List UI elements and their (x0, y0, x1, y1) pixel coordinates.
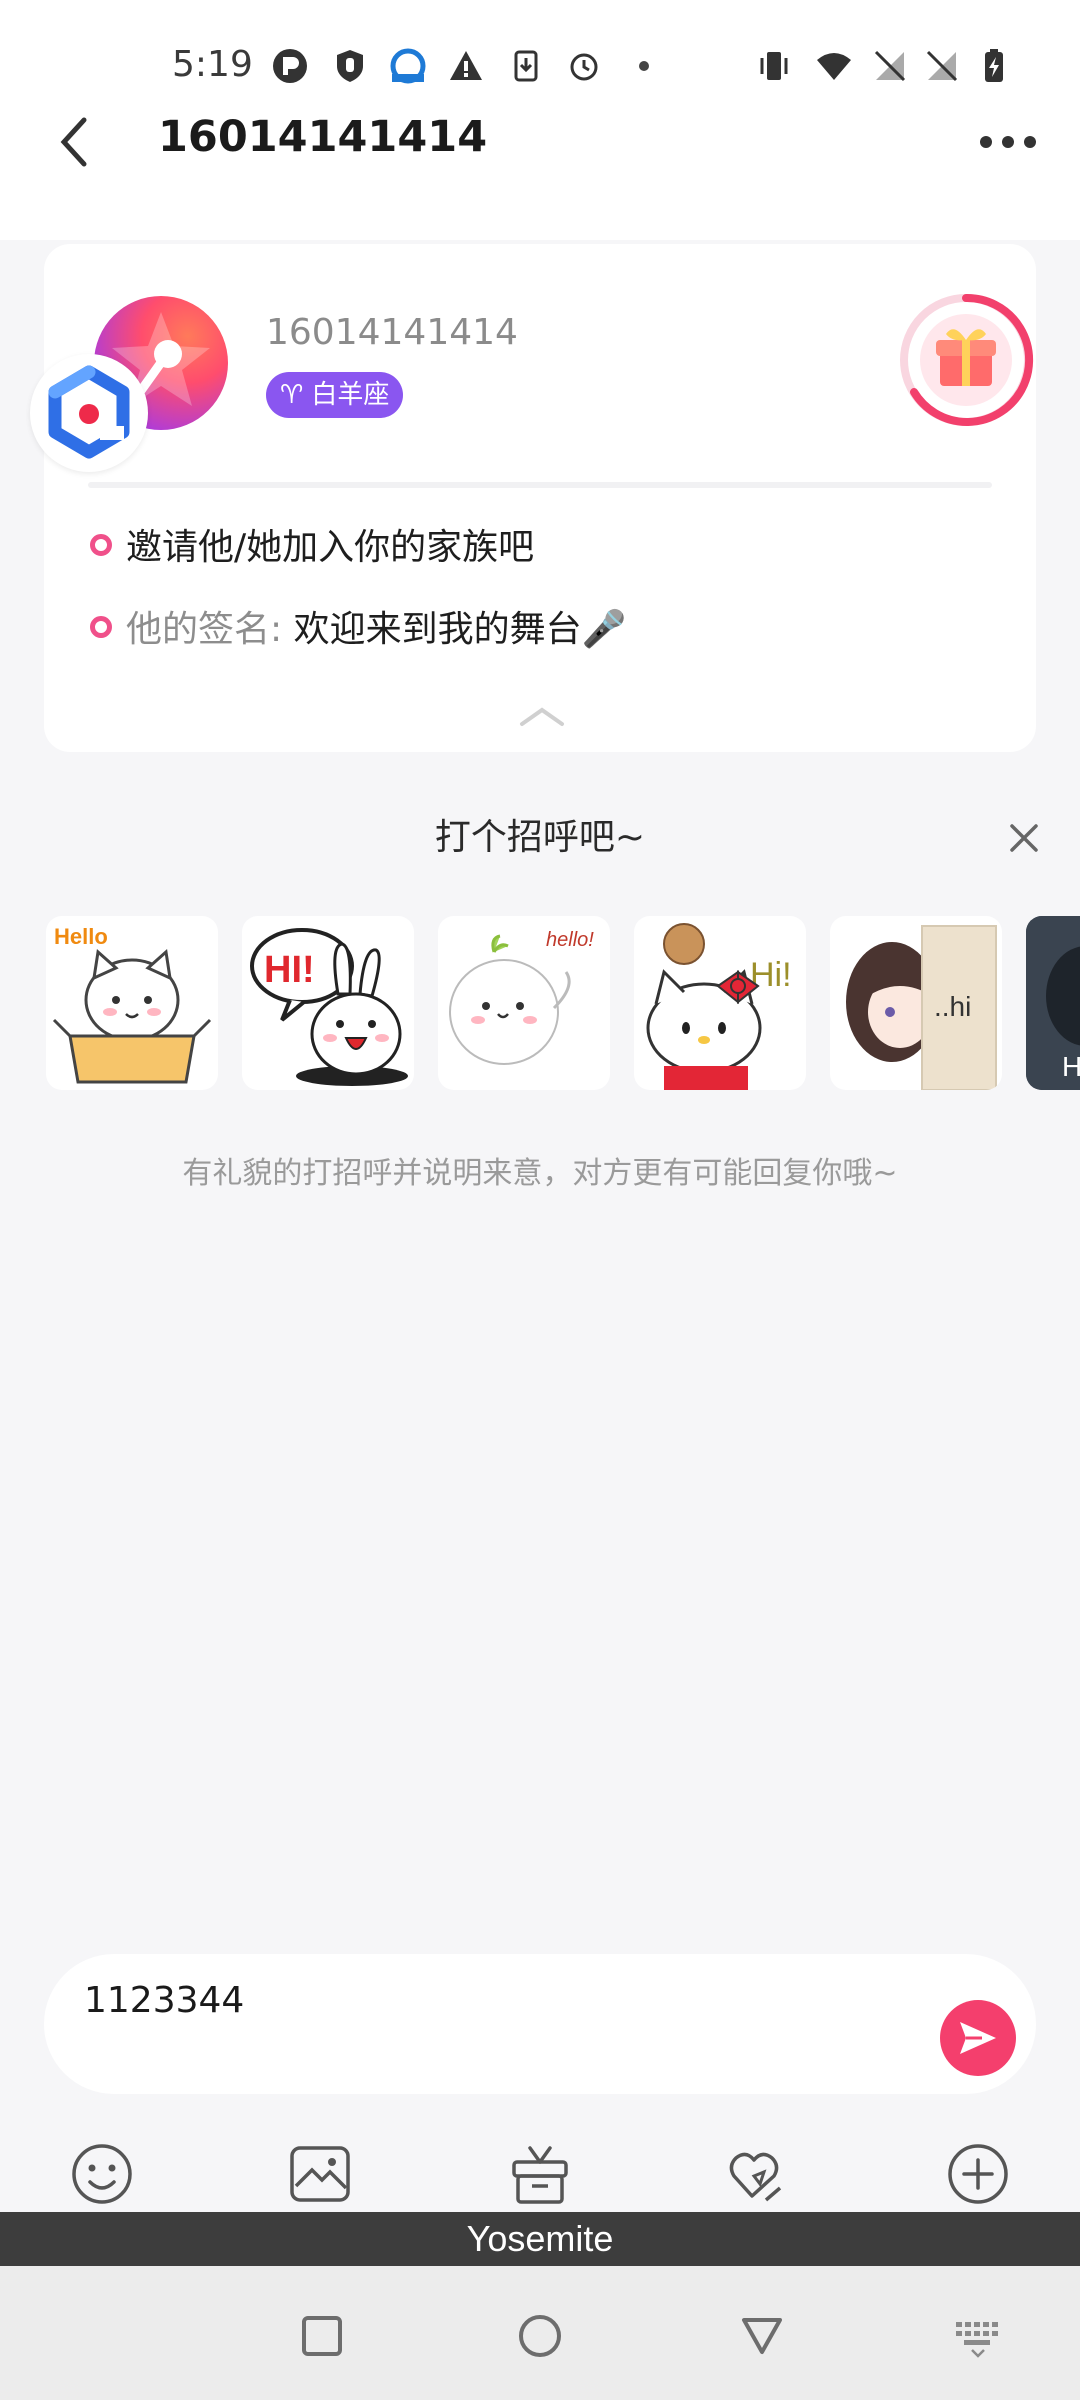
top-bar: 16014141414 (0, 100, 1080, 240)
home-circle-icon (519, 2315, 561, 2357)
greeting-title: 打个招呼吧~ (434, 817, 646, 858)
sticker-caption: Hello (54, 924, 108, 949)
collapse-button[interactable] (518, 704, 566, 728)
status-time: 5:19 (172, 44, 253, 85)
recents-square-icon (302, 2316, 342, 2356)
chevron-left-icon (60, 117, 87, 167)
keyboard-button[interactable] (954, 2312, 1002, 2360)
signature-line: 他的签名: 欢迎来到我的舞台🎤 (126, 600, 626, 652)
message-input[interactable]: 1123344 (84, 1980, 244, 2021)
gift-toolbar-button[interactable] (508, 2142, 572, 2206)
girl-hi-sticker[interactable]: ..hi (830, 916, 1002, 1090)
dot-icon (626, 48, 662, 84)
alarm-icon (566, 48, 602, 84)
invite-family-link[interactable]: 邀请他/她加入你的家族吧 (126, 518, 534, 570)
gift-icon (900, 293, 1034, 426)
back-triangle-icon (742, 2318, 782, 2354)
sticker-caption: ..hi (934, 991, 971, 1022)
profile-card: 16014141414 ♈ 白羊座 邀请他/她加入你的家族吧 他的签名: 欢迎来到… (30, 244, 1036, 752)
message-input-container[interactable]: 1123344 (44, 1954, 1036, 2094)
p-icon (272, 48, 308, 84)
app-badge-logo (30, 354, 148, 472)
no-sim-icon (872, 48, 908, 84)
greeting-hint: 有礼貌的打招呼并说明来意，对方更有可能回复你哦~ (182, 1156, 898, 1191)
home-button[interactable] (516, 2312, 564, 2360)
user-name: 16014141414 (266, 312, 518, 353)
gift-icon (512, 2146, 568, 2204)
more-button[interactable] (976, 124, 1040, 160)
battery-charging-icon (976, 48, 1012, 84)
hearts-icon (729, 2152, 782, 2202)
warning-icon (448, 48, 484, 84)
bullet-icon (90, 534, 112, 556)
keyboard-suggestion-bar[interactable]: Yosemite (0, 2212, 1080, 2266)
cat-hello-sticker[interactable]: Hello (46, 916, 218, 1090)
shield-icon (332, 48, 368, 84)
close-greeting-button[interactable] (1004, 818, 1044, 858)
sticker-caption: HI! (264, 949, 315, 991)
more-actions-button[interactable] (946, 2142, 1010, 2206)
chevron-up-icon (520, 707, 564, 726)
signature-label: 他的签名: (126, 609, 283, 650)
plus-icon (948, 2144, 1008, 2204)
kitty-hi-sticker[interactable]: Hi! (634, 916, 806, 1090)
photo-sticker[interactable]: H (1026, 916, 1080, 1090)
keyboard-icon (956, 2322, 998, 2358)
hexagon-logo-icon (48, 365, 130, 459)
zodiac-label: 白羊座 (311, 380, 390, 410)
no-sim-icon (924, 48, 960, 84)
system-nav-bar (0, 2266, 1080, 2400)
sticker-caption: H (1062, 1051, 1080, 1082)
download-icon (508, 48, 544, 84)
image-icon (290, 2146, 350, 2202)
zodiac-badge: ♈ 白羊座 (266, 372, 404, 418)
more-dots-icon (980, 136, 1036, 148)
sticker-strip: Hello HI! hello! Hi! ..hi H (0, 916, 1080, 1096)
back-button[interactable] (48, 114, 104, 170)
close-icon (1010, 824, 1038, 852)
signature-text: 欢迎来到我的舞台🎤 (293, 609, 627, 650)
recents-button[interactable] (298, 2312, 346, 2360)
dumpling-hello-sticker[interactable]: hello! (438, 916, 610, 1090)
wifi-icon (812, 48, 856, 84)
browser-icon (390, 48, 426, 84)
vibrate-icon (756, 48, 792, 84)
bunny-hi-sticker[interactable]: HI! (242, 916, 414, 1090)
aries-icon: ♈ (280, 380, 304, 410)
page-title: 16014141414 (158, 112, 488, 162)
sticker-caption: hello! (546, 929, 594, 951)
image-button[interactable] (288, 2142, 352, 2206)
emoji-icon (72, 2144, 132, 2204)
back-nav-button[interactable] (738, 2312, 786, 2360)
bullet-icon (90, 616, 112, 638)
gift-button[interactable] (898, 292, 1034, 428)
emoji-button[interactable] (70, 2142, 134, 2206)
send-icon (960, 2022, 996, 2054)
hearts-button[interactable] (726, 2142, 790, 2206)
divider (88, 482, 992, 488)
send-button[interactable] (940, 2000, 1016, 2076)
